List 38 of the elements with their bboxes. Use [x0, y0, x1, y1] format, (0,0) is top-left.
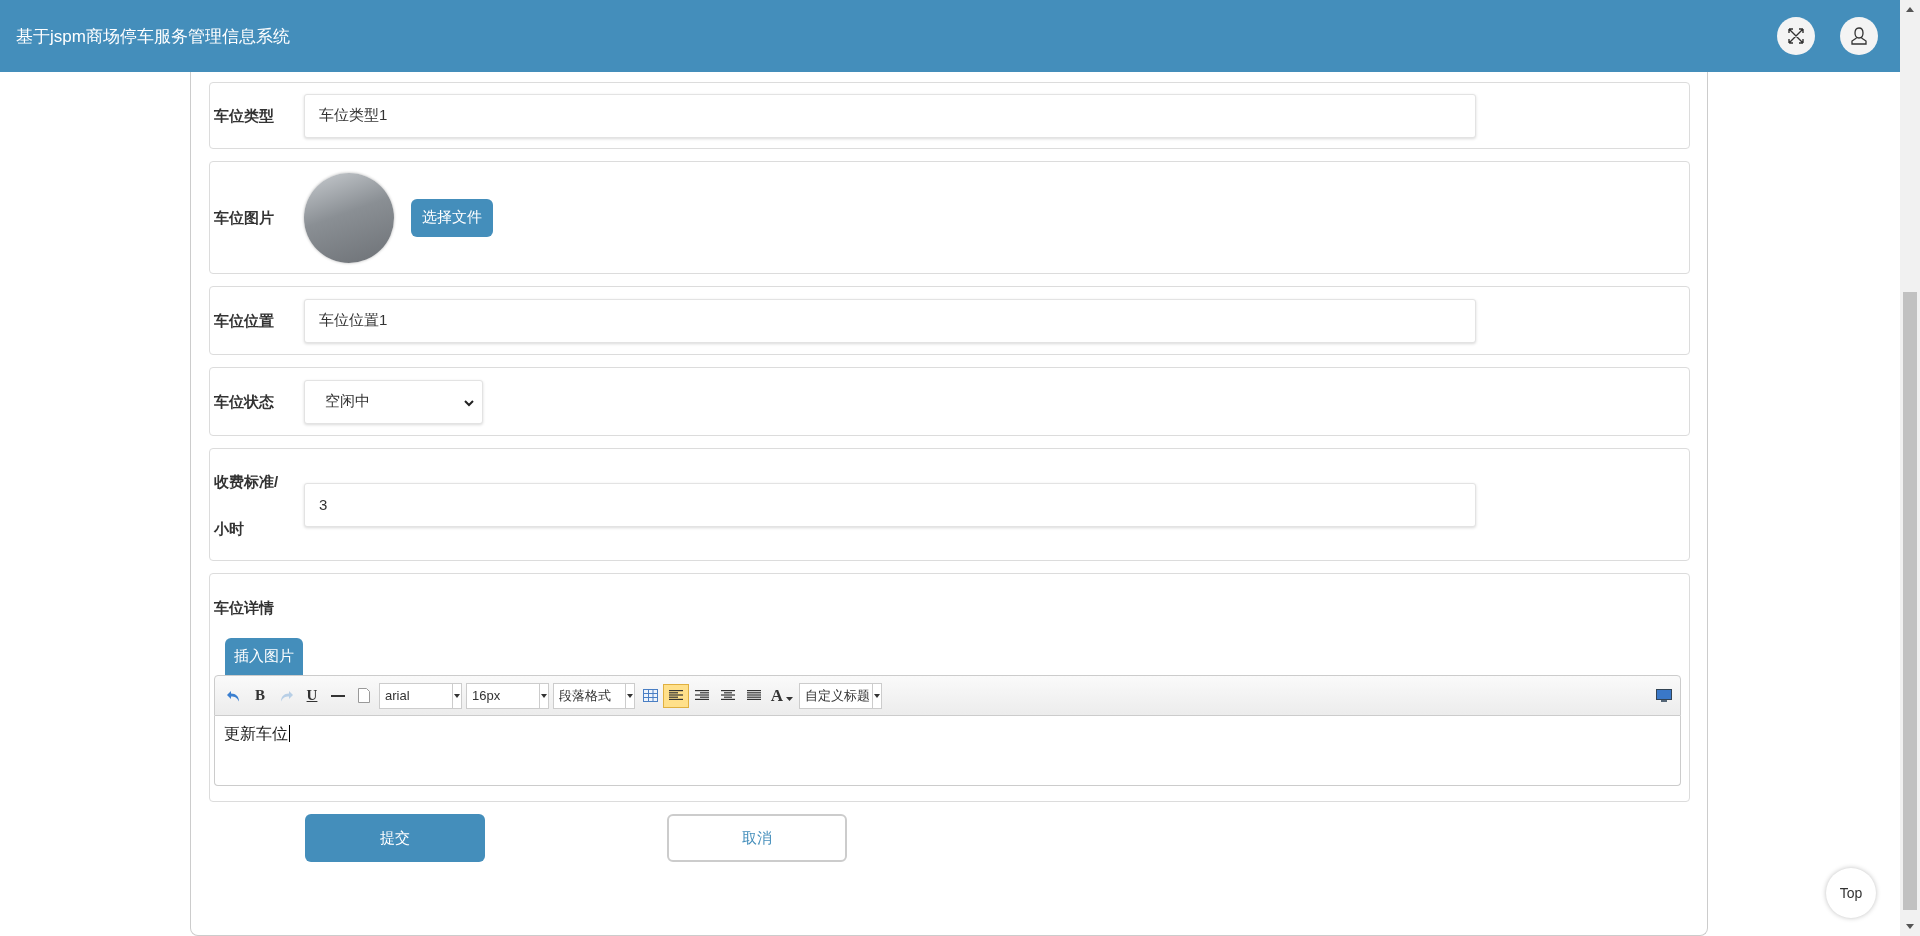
field-label: 车位类型 [214, 106, 275, 126]
scroll-down-icon[interactable] [1906, 924, 1914, 929]
fullscreen-icon[interactable] [1777, 17, 1815, 55]
text-field[interactable]: 3 [304, 482, 1476, 527]
text-field[interactable]: 车位位置1 [304, 298, 1476, 343]
chevron-down-icon [464, 400, 474, 407]
caret-icon[interactable] [627, 693, 633, 698]
toolbar-dropdown[interactable]: 16px [466, 682, 549, 709]
toolbar-dropdown[interactable]: 自定义标题 [799, 682, 882, 709]
user-icon[interactable] [1840, 17, 1878, 55]
insert-image-button[interactable]: 插入图片 [225, 638, 303, 675]
field-label: 车位状态 [214, 392, 275, 412]
caret-icon[interactable] [786, 696, 794, 701]
underline-button[interactable]: U [299, 683, 325, 708]
field-label: 车位位置 [214, 311, 275, 331]
scrollbar[interactable] [1900, 0, 1920, 936]
caret-icon[interactable] [541, 693, 547, 698]
bold-button[interactable]: B [247, 683, 273, 708]
toolbar-dropdown[interactable]: arial [379, 682, 462, 709]
toolbar-dropdown[interactable]: 段落格式 [553, 682, 635, 709]
field-label: 收费标准/小时 [214, 471, 280, 539]
caret-icon[interactable] [454, 693, 460, 698]
choose-file-button[interactable]: 选择文件 [411, 198, 493, 237]
field-label: 车位详情 [214, 598, 275, 618]
caret-icon[interactable] [874, 693, 880, 698]
status-dropdown[interactable]: 空闲中 [304, 379, 483, 424]
app-title: 基于jspm商场停车服务管理信息系统 [16, 25, 291, 48]
align-left-icon[interactable] [663, 683, 689, 708]
back-to-top-button[interactable]: Top [1826, 868, 1876, 918]
text-field[interactable]: 车位类型1 [304, 93, 1476, 138]
editor-text: 更新车位 [224, 725, 290, 742]
cancel-button[interactable]: 取消 [667, 814, 847, 862]
field-label: 车位图片 [214, 208, 275, 228]
scroll-up-icon[interactable] [1906, 7, 1914, 12]
submit-button[interactable]: 提交 [305, 814, 485, 862]
editor-content[interactable]: 更新车位 [214, 716, 1681, 786]
font-color-button[interactable]: A [767, 683, 797, 708]
monitor-icon[interactable] [1656, 688, 1672, 703]
